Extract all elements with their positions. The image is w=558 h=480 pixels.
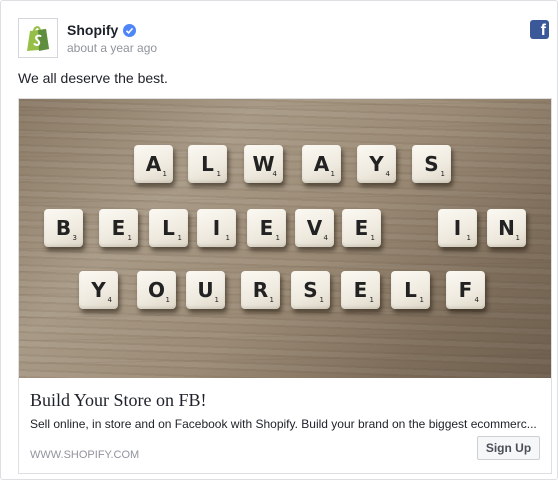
tile-points: 1 <box>165 296 170 304</box>
scrabble-tile: V4 <box>295 209 334 247</box>
page-name[interactable]: Shopify <box>67 22 137 38</box>
tile-letter: L <box>404 278 417 302</box>
tile-letter: I <box>453 216 462 240</box>
scrabble-tile: R1 <box>241 271 280 309</box>
ad-domain: WWW.SHOPIFY.COM <box>30 449 140 461</box>
scrabble-tile: L1 <box>391 271 430 309</box>
sign-up-button[interactable]: Sign Up <box>477 436 540 460</box>
tile-letter: Y <box>91 278 106 302</box>
tile-letter: U <box>197 278 214 302</box>
scrabble-tile: Y4 <box>357 145 396 183</box>
tile-letter: A <box>145 152 162 176</box>
tile-letter: E <box>354 216 369 240</box>
ad-attachment-card[interactable]: A1L1W4A1Y4S1B3E1L1I1E1V4E1I1N1Y4O1U1R1S1… <box>18 98 552 474</box>
tile-letter: L <box>162 216 175 240</box>
scrabble-tile: W4 <box>244 145 283 183</box>
scrabble-tile: I1 <box>197 209 236 247</box>
tile-points: 1 <box>330 170 335 178</box>
ad-image-scrabble-tiles[interactable]: A1L1W4A1Y4S1B3E1L1I1E1V4E1I1N1Y4O1U1R1S1… <box>19 99 551 378</box>
tile-letter: F <box>458 278 473 302</box>
scrabble-tile: E1 <box>342 209 381 247</box>
scrabble-tile: Y4 <box>79 271 118 309</box>
tile-letter: V <box>306 216 323 240</box>
shopify-bag-icon <box>27 26 49 51</box>
scrabble-tile: N1 <box>487 209 526 247</box>
tile-letter: N <box>498 216 515 240</box>
scrabble-tile: L1 <box>149 209 188 247</box>
scrabble-tile: E1 <box>99 209 138 247</box>
post-message: We all deserve the best. <box>18 70 168 86</box>
tile-points: 1 <box>214 296 219 304</box>
scrabble-tile: E1 <box>247 209 286 247</box>
scrabble-tile: S1 <box>291 271 330 309</box>
tile-points: 1 <box>127 234 132 242</box>
tile-letter: S <box>424 152 439 176</box>
tile-letter: E <box>111 216 126 240</box>
post-timestamp[interactable]: about a year ago <box>67 41 157 55</box>
tile-points: 1 <box>275 234 280 242</box>
tile-points: 1 <box>370 234 375 242</box>
facebook-icon: f <box>530 20 549 39</box>
tile-points: 1 <box>225 234 230 242</box>
tile-points: 4 <box>107 296 112 304</box>
scrabble-tile: B3 <box>44 209 83 247</box>
ad-headline[interactable]: Build Your Store on FB! <box>30 390 207 411</box>
tile-points: 4 <box>323 234 328 242</box>
tile-letter: O <box>147 278 165 302</box>
scrabble-tile: O1 <box>137 271 176 309</box>
tile-points: 4 <box>272 170 277 178</box>
scrabble-tile: A1 <box>302 145 341 183</box>
tile-letter: E <box>353 278 368 302</box>
scrabble-tile: S1 <box>412 145 451 183</box>
tile-points: 4 <box>385 170 390 178</box>
scrabble-tile: F4 <box>446 271 485 309</box>
tile-points: 1 <box>162 170 167 178</box>
tile-points: 1 <box>269 296 274 304</box>
tile-points: 1 <box>515 234 520 242</box>
tile-letter: W <box>252 152 275 176</box>
shopify-logo-avatar[interactable] <box>18 18 58 58</box>
scrabble-tile: U1 <box>186 271 225 309</box>
scrabble-tile: L1 <box>188 145 227 183</box>
tile-letter: Y <box>369 152 384 176</box>
scrabble-tile: A1 <box>134 145 173 183</box>
tile-points: 1 <box>369 296 374 304</box>
scrabble-tile: I1 <box>438 209 477 247</box>
tile-points: 4 <box>474 296 479 304</box>
tile-letter: R <box>252 278 269 302</box>
tile-points: 1 <box>466 234 471 242</box>
tile-points: 1 <box>216 170 221 178</box>
tile-points: 1 <box>319 296 324 304</box>
tile-letter: A <box>313 152 330 176</box>
page-name-label[interactable]: Shopify <box>67 22 118 38</box>
tile-points: 1 <box>419 296 424 304</box>
tile-points: 3 <box>72 234 77 242</box>
ad-description: Sell online, in store and on Facebook wi… <box>30 417 537 431</box>
tile-letter: B <box>55 216 72 240</box>
tile-points: 1 <box>177 234 182 242</box>
tile-points: 1 <box>440 170 445 178</box>
facebook-ad-post: Shopify about a year ago f We all deserv… <box>0 0 558 480</box>
scrabble-tile: E1 <box>341 271 380 309</box>
tile-letter: L <box>201 152 214 176</box>
tile-letter: E <box>259 216 274 240</box>
tile-letter: S <box>303 278 318 302</box>
tile-letter: I <box>212 216 221 240</box>
verified-badge-icon <box>123 23 137 37</box>
